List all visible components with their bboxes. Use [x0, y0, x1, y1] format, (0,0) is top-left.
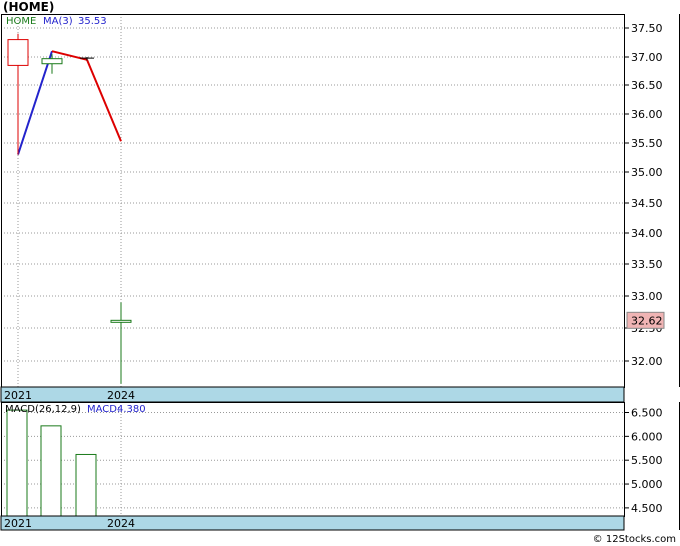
macd-bar: [75, 453, 97, 517]
price-x-axis-band: 2021 2024: [0, 386, 625, 403]
x-axis-label: 2024: [107, 517, 135, 530]
price-tick-label: 32.00: [631, 355, 663, 368]
macd-series: [6, 409, 97, 517]
macd-axis-band: [0, 515, 625, 531]
legend-symbol: HOME: [6, 16, 36, 27]
price-legend: HOME MA(3) 35.53: [6, 16, 107, 27]
legend-ma-value: 35.53: [78, 16, 107, 27]
legend-ma-label: MA(3): [43, 16, 73, 27]
macd-tick-label: 5.500: [631, 454, 663, 467]
macd-tick-label: 6.000: [631, 430, 663, 443]
chart-title: (HOME): [3, 0, 54, 14]
x-axis-label: 2021: [4, 517, 32, 530]
price-axis-band: [0, 386, 625, 403]
legend-macd-indicator: MACD(26,12,9): [5, 404, 81, 415]
ma-line-segment: [17, 50, 53, 155]
copyright-footer: © 12Stocks.com: [593, 534, 676, 545]
macd-panel: [1, 402, 680, 530]
stock-chart: (HOME) 37.50 37.00 36.50 36.00 35.50 35.00 34.…: [0, 0, 680, 545]
macd-y-axis: 6.500 6.000 5.500 5.000 4.500: [624, 406, 663, 515]
price-tick-label: 37.50: [631, 22, 663, 35]
x-axis-label: 2024: [107, 389, 135, 402]
price-tick-label: 37.00: [631, 51, 663, 64]
price-tick-label: 33.50: [631, 258, 663, 271]
price-plot-border: [1, 14, 625, 388]
price-y-axis: 37.50 37.00 36.50 36.00 35.50 35.00 34.50 34.00…: [624, 22, 665, 368]
candle-body: [110, 319, 132, 323]
price-tick-label: 34.00: [631, 227, 663, 240]
price-tick-label: 33.00: [631, 290, 663, 303]
price-gridlines: [1, 14, 624, 387]
price-panel: [1, 14, 680, 388]
macd-legend: MACD(26,12,9) MACD: 4.380: [5, 404, 146, 415]
candle-body: [41, 58, 63, 65]
price-tick-label: 36.50: [631, 79, 663, 92]
macd-tick-label: 4.500: [631, 502, 663, 515]
macd-tick-label: 5.000: [631, 478, 663, 491]
legend-macd-value: 4.380: [117, 404, 146, 415]
last-price-label: 32.62: [631, 314, 663, 327]
price-series: [7, 33, 132, 384]
legend-macd-label: MACD:: [87, 404, 120, 415]
price-tick-label: 36.00: [631, 108, 663, 121]
ma-line-segment: [86, 59, 122, 142]
macd-bar: [40, 425, 62, 517]
macd-x-axis-band: 2021 2024: [0, 515, 625, 531]
candle-body: [7, 39, 29, 66]
price-tick-label: 35.50: [631, 137, 663, 150]
macd-bar: [6, 409, 28, 517]
x-axis-label: 2021: [4, 389, 32, 402]
macd-tick-label: 6.500: [631, 406, 663, 419]
price-tick-label: 35.00: [631, 166, 663, 179]
price-tick-label: 34.50: [631, 197, 663, 210]
